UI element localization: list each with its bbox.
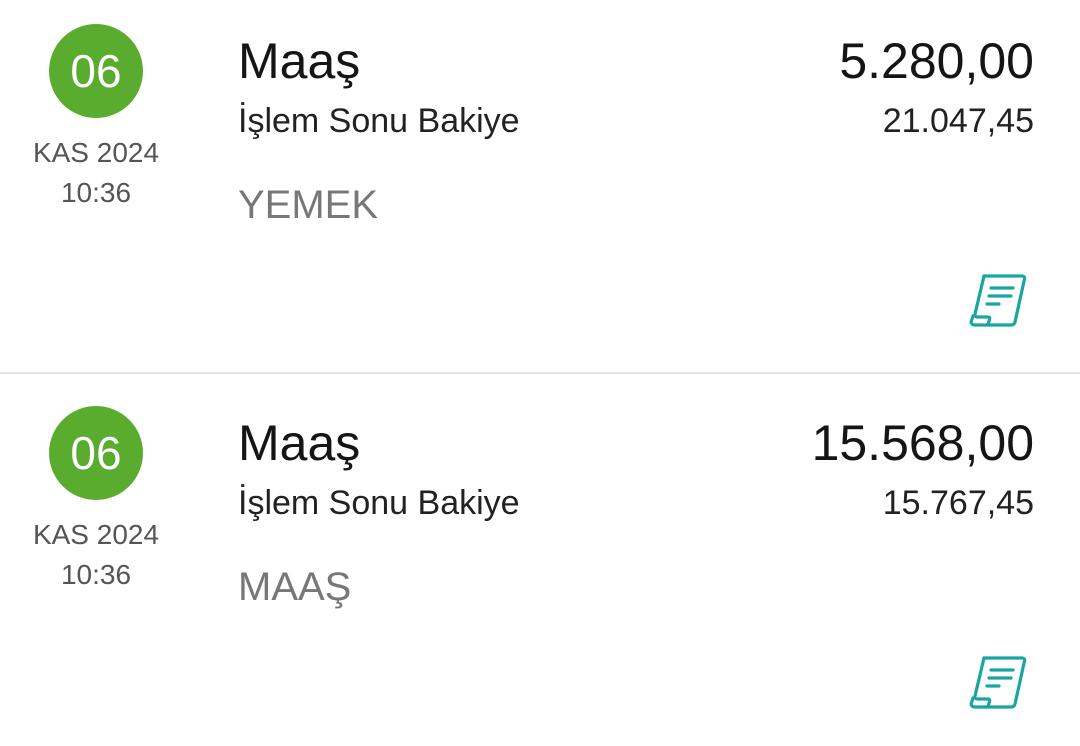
receipt-button[interactable] — [966, 654, 1030, 712]
receipt-icon — [969, 274, 1027, 327]
date-month-year: KAS 2024 — [32, 519, 160, 550]
balance-label: İşlem Sonu Bakiye — [238, 102, 520, 140]
day-badge: 06 — [49, 24, 143, 118]
balance-label: İşlem Sonu Bakiye — [238, 484, 520, 522]
receipt-icon — [969, 656, 1027, 709]
date-month-year: KAS 2024 — [32, 137, 160, 168]
receipt-button[interactable] — [966, 272, 1030, 330]
transaction-category: YEMEK — [238, 183, 379, 227]
transaction-amount: 15.568,00 — [811, 415, 1034, 471]
transaction-time: 10:36 — [60, 177, 132, 208]
transaction-item[interactable]: 06 KAS 2024 10:36 Maaş İşlem Sonu Bakiye… — [0, 374, 1080, 746]
transaction-category: MAAŞ — [238, 565, 352, 609]
transaction-time: 10:36 — [60, 559, 132, 590]
transaction-title: Maaş — [238, 33, 361, 89]
ending-balance: 15.767,45 — [882, 484, 1034, 522]
transaction-item[interactable]: 06 KAS 2024 10:36 Maaş İşlem Sonu Bakiye… — [0, 0, 1080, 374]
ending-balance: 21.047,45 — [882, 102, 1034, 140]
day-badge: 06 — [49, 406, 143, 500]
transaction-amount: 5.280,00 — [839, 33, 1034, 89]
transaction-title: Maaş — [238, 415, 361, 471]
